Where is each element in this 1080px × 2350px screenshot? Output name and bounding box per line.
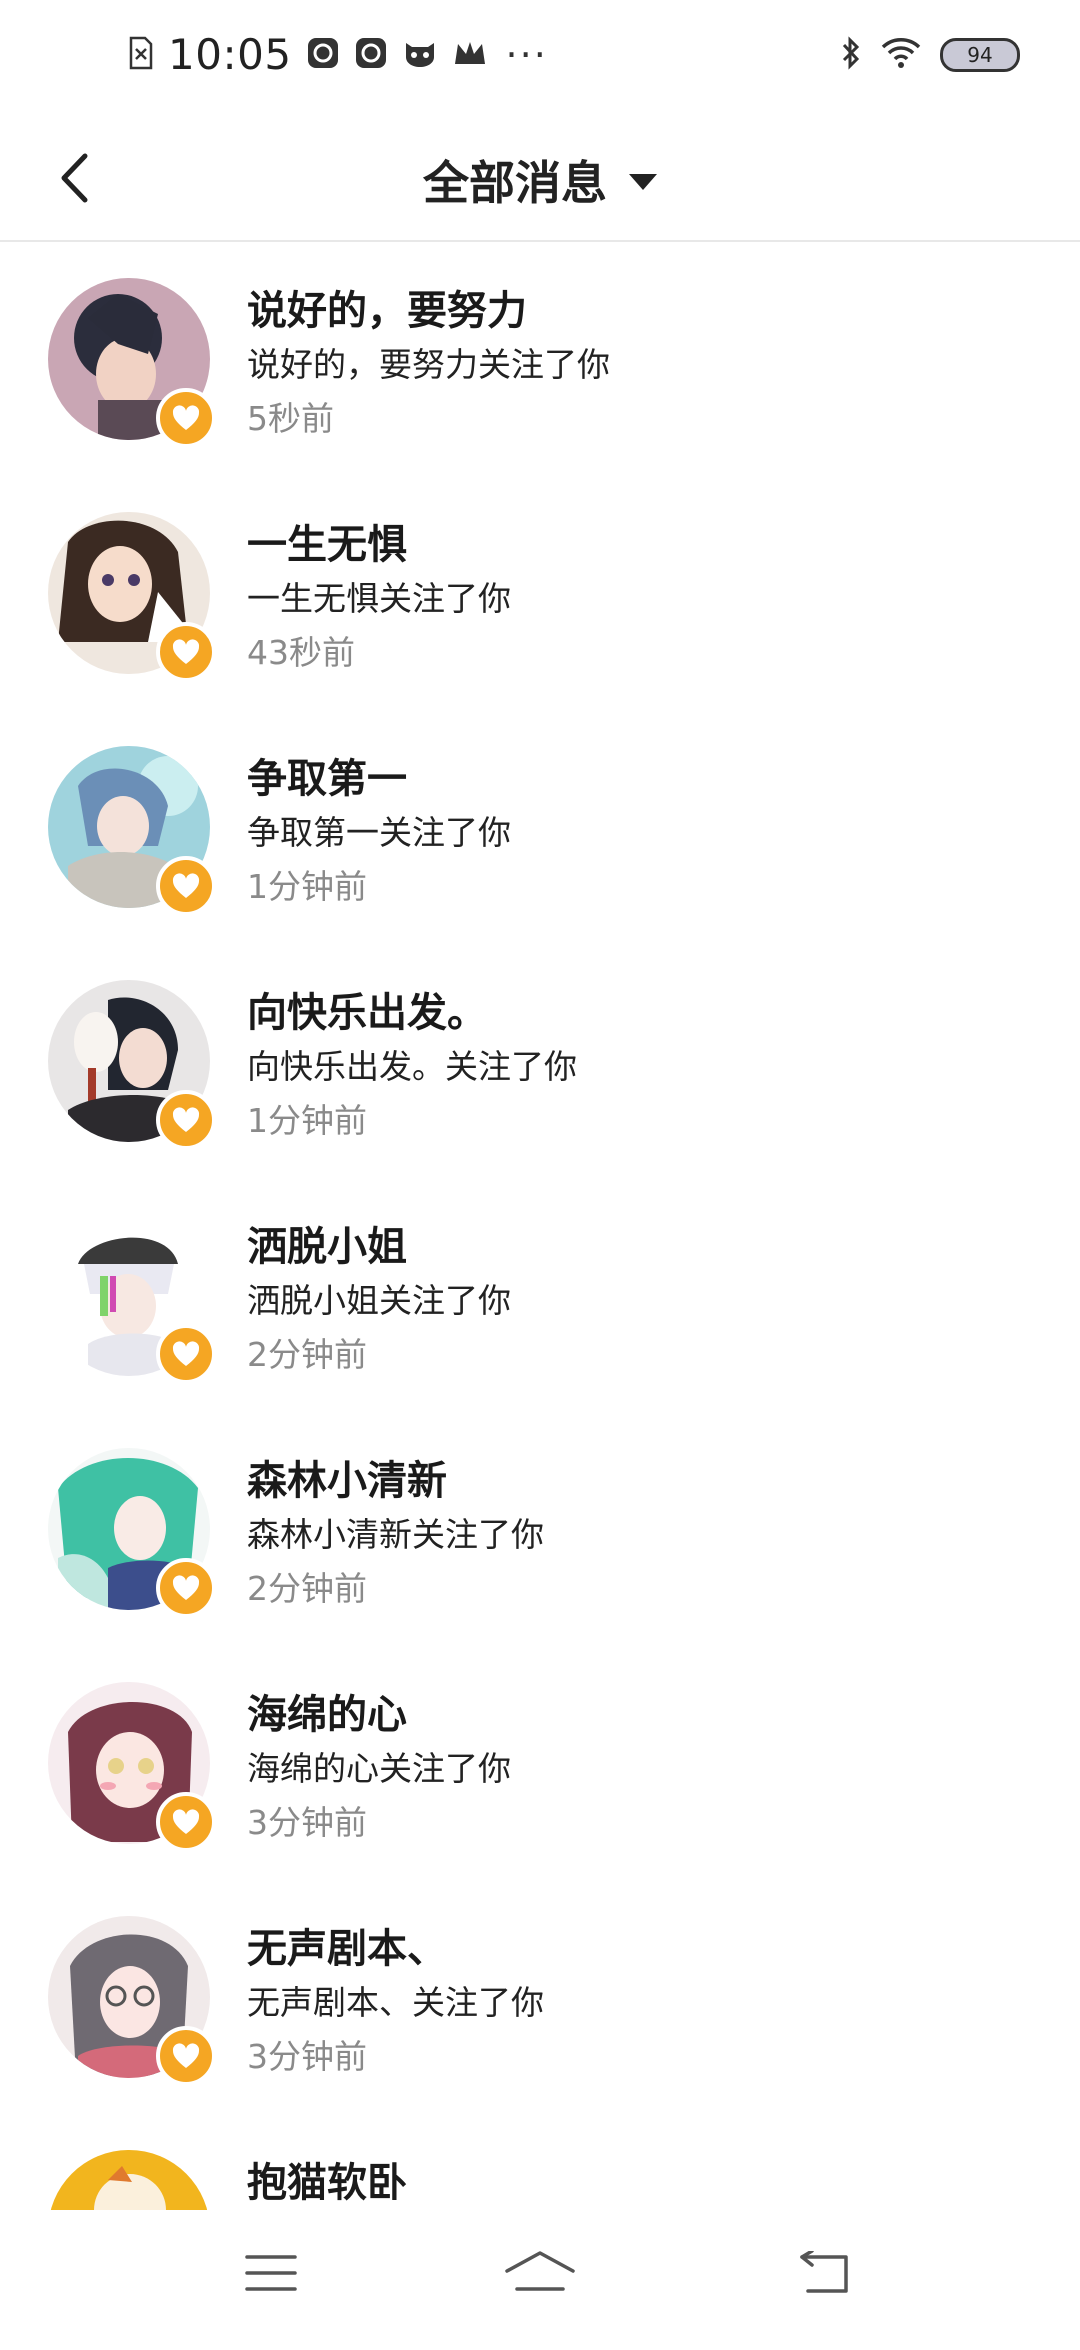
list-item[interactable]: 无声剧本、 无声剧本、关注了你 3分钟前 bbox=[0, 1882, 1080, 2116]
mask-icon bbox=[402, 37, 438, 73]
caret-down-icon bbox=[629, 174, 657, 190]
message-time: 1分钟前 bbox=[247, 1101, 367, 1140]
battery-icon: 94 bbox=[940, 38, 1020, 72]
message-text: 说好的，要努力关注了你 bbox=[247, 345, 610, 384]
message-text: 无声剧本、关注了你 bbox=[247, 1983, 544, 2022]
list-item[interactable]: 森林小清新 森林小清新关注了你 2分钟前 bbox=[0, 1414, 1080, 1648]
message-time: 1分钟前 bbox=[247, 867, 367, 906]
home-button[interactable] bbox=[495, 2240, 585, 2310]
message-time: 2分钟前 bbox=[247, 1335, 367, 1374]
list-item[interactable]: 一生无惧 一生无惧关注了你 43秒前 bbox=[0, 478, 1080, 712]
menu-icon bbox=[245, 2253, 297, 2297]
user-name: 争取第一 bbox=[247, 756, 407, 802]
status-time: 10:05 bbox=[168, 30, 292, 79]
heart-icon bbox=[156, 622, 216, 682]
list-item[interactable]: 洒脱小姐 洒脱小姐关注了你 2分钟前 bbox=[0, 1180, 1080, 1414]
message-time: 3分钟前 bbox=[247, 2037, 367, 2076]
more-dots-icon: ··· bbox=[505, 32, 548, 77]
status-bar: 10:05 ··· 94 bbox=[0, 0, 1080, 120]
bottom-nav-bar bbox=[0, 2210, 1080, 2340]
message-time: 5秒前 bbox=[247, 399, 334, 438]
heart-icon bbox=[156, 1324, 216, 1384]
back-nav-button[interactable] bbox=[779, 2240, 869, 2310]
back-icon bbox=[796, 2249, 852, 2299]
heart-icon bbox=[156, 1558, 216, 1618]
user-name: 向快乐出发。 bbox=[247, 990, 487, 1036]
heart-icon bbox=[156, 856, 216, 916]
list-item[interactable]: 说好的，要努力 说好的，要努力关注了你 5秒前 bbox=[0, 244, 1080, 478]
app-icon-2 bbox=[354, 36, 388, 74]
page-title: 全部消息 bbox=[423, 156, 607, 210]
home-icon bbox=[503, 2249, 577, 2301]
heart-icon bbox=[156, 388, 216, 448]
status-bar-right: 94 bbox=[840, 36, 1020, 74]
battery-level: 94 bbox=[967, 43, 993, 67]
user-name: 森林小清新 bbox=[247, 1458, 447, 1504]
heart-icon bbox=[156, 2026, 216, 2086]
message-time: 2分钟前 bbox=[247, 1569, 367, 1608]
list-item[interactable]: 争取第一 争取第一关注了你 1分钟前 bbox=[0, 712, 1080, 946]
message-text: 森林小清新关注了你 bbox=[247, 1515, 544, 1554]
user-name: 一生无惧 bbox=[247, 522, 407, 568]
list-item[interactable]: 向快乐出发。 向快乐出发。关注了你 1分钟前 bbox=[0, 946, 1080, 1180]
status-bar-left: 10:05 ··· bbox=[128, 30, 548, 79]
user-name: 抱猫软卧 bbox=[247, 2160, 407, 2206]
message-time: 43秒前 bbox=[247, 633, 355, 672]
message-list: 说好的，要努力 说好的，要努力关注了你 5秒前 一生无惧 一生无惧关注了你 43… bbox=[0, 244, 1080, 2350]
menu-button[interactable] bbox=[226, 2240, 316, 2310]
sim-off-icon bbox=[128, 36, 154, 74]
message-text: 洒脱小姐关注了你 bbox=[247, 1281, 511, 1320]
heart-icon bbox=[156, 1792, 216, 1852]
message-text: 海绵的心关注了你 bbox=[247, 1749, 511, 1788]
user-name: 海绵的心 bbox=[247, 1692, 407, 1738]
app-header: 全部消息 bbox=[0, 120, 1080, 242]
heart-icon bbox=[156, 1090, 216, 1150]
wifi-icon bbox=[880, 37, 922, 73]
crown-icon bbox=[452, 38, 488, 72]
list-item[interactable]: 海绵的心 海绵的心关注了你 3分钟前 bbox=[0, 1648, 1080, 1882]
message-text: 向快乐出发。关注了你 bbox=[247, 1047, 577, 1086]
message-time: 3分钟前 bbox=[247, 1803, 367, 1842]
message-text: 争取第一关注了你 bbox=[247, 813, 511, 852]
user-name: 无声剧本、 bbox=[247, 1926, 447, 1972]
user-name: 说好的，要努力 bbox=[247, 288, 527, 334]
bluetooth-icon bbox=[840, 36, 862, 74]
app-icon-1 bbox=[306, 36, 340, 74]
message-text: 一生无惧关注了你 bbox=[247, 579, 511, 618]
user-name: 洒脱小姐 bbox=[247, 1224, 407, 1270]
title-dropdown[interactable]: 全部消息 bbox=[0, 120, 1080, 240]
